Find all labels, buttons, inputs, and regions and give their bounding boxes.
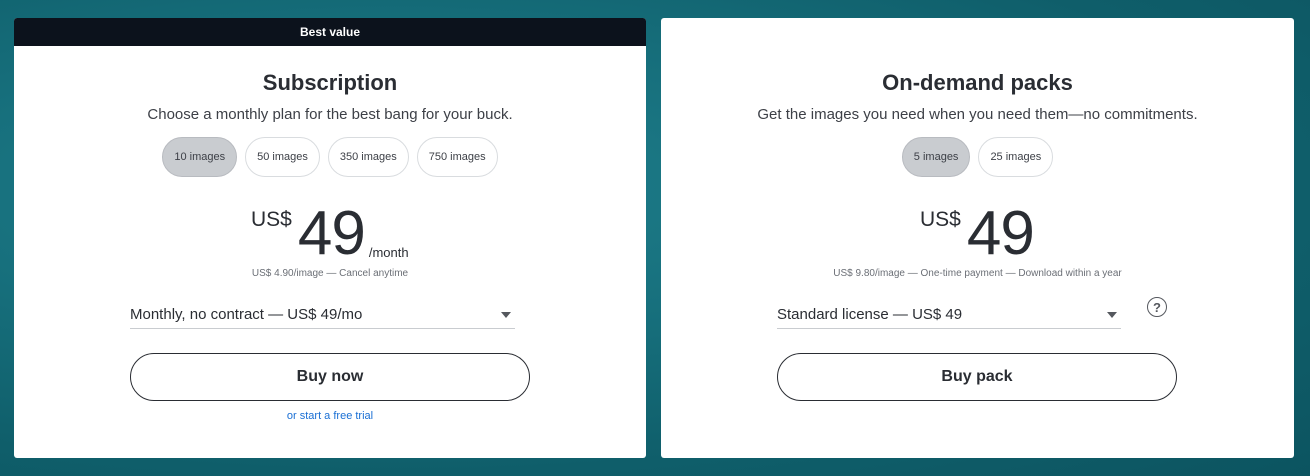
- subscription-subtitle: Choose a monthly plan for the best bang …: [147, 106, 513, 123]
- subscription-card: Best value Subscription Choose a monthly…: [14, 18, 646, 458]
- subscription-fine-print: US$ 4.90/image — Cancel anytime: [251, 268, 409, 279]
- buy-pack-button[interactable]: Buy pack: [777, 353, 1177, 401]
- on-demand-fine-print: US$ 9.80/image — One-time payment — Down…: [833, 268, 1122, 279]
- subscription-title: Subscription: [262, 70, 398, 95]
- billing-plan-select[interactable]: Monthly, no contract — US$ 49/mo: [130, 301, 515, 329]
- on-demand-subtitle: Get the images you need when you need th…: [757, 106, 1198, 123]
- dropdown-caret-icon: [501, 311, 511, 318]
- best-value-badge: Best value: [14, 18, 646, 46]
- price-currency: US$: [920, 208, 961, 231]
- option-750-images[interactable]: 750 images: [416, 137, 498, 177]
- license-select[interactable]: Standard license — US$ 49: [777, 301, 1121, 329]
- dropdown-caret-icon: [1107, 311, 1117, 318]
- subscription-size-options: 10 images 50 images 350 images 750 image…: [14, 137, 646, 177]
- on-demand-size-options: 5 images 25 images: [661, 137, 1294, 177]
- price-amount: 49: [297, 199, 366, 268]
- option-10-images[interactable]: 10 images: [162, 137, 238, 177]
- price-period: /month: [368, 245, 409, 260]
- free-trial-link[interactable]: or start a free trial: [14, 410, 646, 422]
- price-amount: 49: [966, 199, 1035, 268]
- buy-now-button[interactable]: Buy now: [130, 353, 530, 401]
- license-value: Standard license — US$ 49: [777, 306, 963, 323]
- on-demand-card: On-demand packs Get the images you need …: [661, 18, 1294, 458]
- option-350-images[interactable]: 350 images: [327, 137, 409, 177]
- on-demand-title: On-demand packs: [882, 70, 1073, 95]
- billing-plan-value: Monthly, no contract — US$ 49/mo: [130, 306, 363, 323]
- price-currency: US$: [251, 208, 292, 231]
- help-icon[interactable]: ?: [1147, 297, 1167, 317]
- option-25-images[interactable]: 25 images: [978, 137, 1054, 177]
- option-50-images[interactable]: 50 images: [245, 137, 320, 177]
- option-5-images[interactable]: 5 images: [901, 137, 971, 177]
- on-demand-price: US$ 49: [920, 199, 1035, 268]
- subscription-price: US$ 49 /month: [251, 199, 409, 268]
